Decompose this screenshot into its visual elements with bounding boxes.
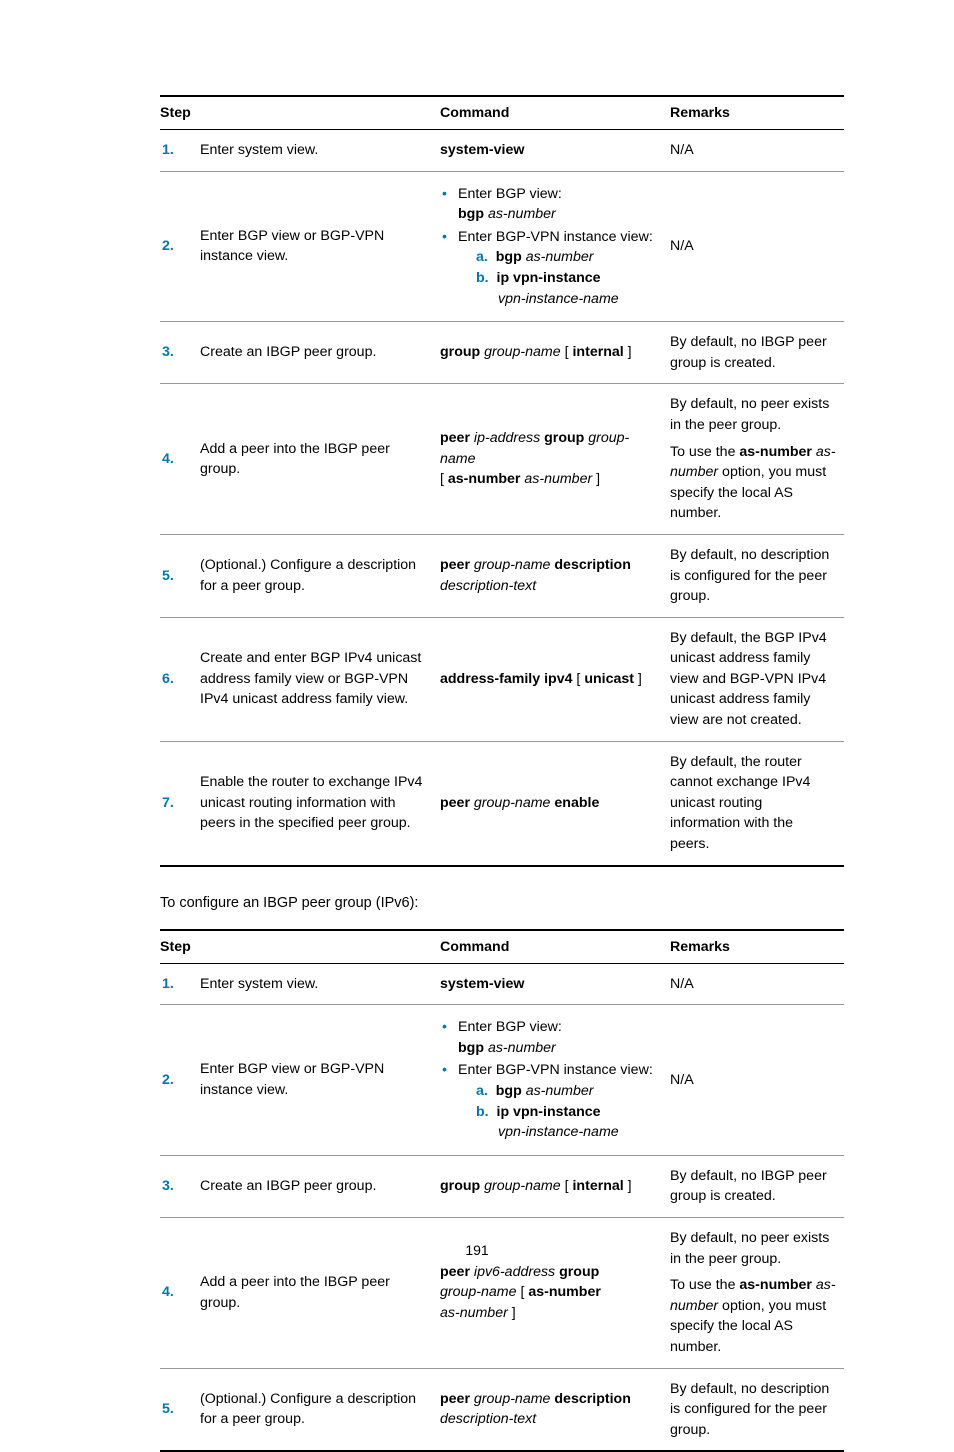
command-text: group group-name [ internal ] [440, 1155, 670, 1217]
command-text: Enter BGP view: bgp as-number Enter BGP-… [440, 171, 670, 322]
remarks-text: N/A [670, 963, 844, 1005]
step-text: Enter system view. [200, 130, 440, 172]
step-text: Enter BGP view or BGP-VPN instance view. [200, 171, 440, 322]
remarks-text: N/A [670, 1005, 844, 1156]
header-step: Step [160, 930, 440, 964]
step-number: 3. [160, 322, 200, 384]
table-row: 4. Add a peer into the IBGP peer group. … [160, 384, 844, 535]
step-text: Enter system view. [200, 963, 440, 1005]
command-text: address-family ipv4 [ unicast ] [440, 617, 670, 741]
step-text: Create and enter BGP IPv4 unicast addres… [200, 617, 440, 741]
remarks-text: By default, no description is configured… [670, 1368, 844, 1451]
header-command: Command [440, 930, 670, 964]
remarks-text: By default, no peer exists in the peer g… [670, 384, 844, 535]
command-text: peer ipv6-address group group-name [ as-… [440, 1217, 670, 1368]
step-text: Create an IBGP peer group. [200, 1155, 440, 1217]
table-row: 7. Enable the router to exchange IPv4 un… [160, 741, 844, 865]
step-number: 5. [160, 1368, 200, 1451]
table-row: 4. Add a peer into the IBGP peer group. … [160, 1217, 844, 1368]
table-row: 3. Create an IBGP peer group. group grou… [160, 1155, 844, 1217]
step-number: 4. [160, 384, 200, 535]
header-remarks: Remarks [670, 930, 844, 964]
header-command: Command [440, 96, 670, 130]
remarks-text: By default, no peer exists in the peer g… [670, 1217, 844, 1368]
table-row: 5. (Optional.) Configure a description f… [160, 1368, 844, 1451]
step-number: 2. [160, 1005, 200, 1156]
remarks-text: By default, no IBGP peer group is create… [670, 1155, 844, 1217]
step-text: Enable the router to exchange IPv4 unica… [200, 741, 440, 865]
command-text: system-view [440, 142, 524, 158]
remarks-text: By default, no IBGP peer group is create… [670, 322, 844, 384]
step-number: 2. [160, 171, 200, 322]
step-text: Enter BGP view or BGP-VPN instance view. [200, 1005, 440, 1156]
table-row: 3. Create an IBGP peer group. group grou… [160, 322, 844, 384]
command-text: peer group-name descriptiondescription-t… [440, 534, 670, 617]
remarks-text: By default, no description is configured… [670, 534, 844, 617]
command-text: Enter BGP view: bgp as-number Enter BGP-… [440, 1005, 670, 1156]
command-text: peer group-name enable [440, 741, 670, 865]
table-row: 6. Create and enter BGP IPv4 unicast add… [160, 617, 844, 741]
step-text: Add a peer into the IBGP peer group. [200, 384, 440, 535]
header-step: Step [160, 96, 440, 130]
page-number: 191 [0, 1242, 954, 1258]
ibgp-ipv4-table: Step Command Remarks 1. Enter system vie… [160, 95, 844, 867]
step-text: (Optional.) Configure a description for … [200, 534, 440, 617]
header-remarks: Remarks [670, 96, 844, 130]
intro-text: To configure an IBGP peer group (IPv6): [160, 895, 844, 911]
step-number: 5. [160, 534, 200, 617]
step-number: 1. [160, 130, 200, 172]
ibgp-ipv6-table: Step Command Remarks 1. Enter system vie… [160, 929, 844, 1452]
step-number: 1. [160, 963, 200, 1005]
table-row: 5. (Optional.) Configure a description f… [160, 534, 844, 617]
step-text: Add a peer into the IBGP peer group. [200, 1217, 440, 1368]
step-number: 4. [160, 1217, 200, 1368]
command-text: peer group-name descriptiondescription-t… [440, 1368, 670, 1451]
remarks-text: N/A [670, 171, 844, 322]
table-row: 2. Enter BGP view or BGP-VPN instance vi… [160, 1005, 844, 1156]
step-number: 6. [160, 617, 200, 741]
remarks-text: By default, the BGP IPv4 unicast address… [670, 617, 844, 741]
command-text: system-view [440, 976, 524, 992]
step-text: Create an IBGP peer group. [200, 322, 440, 384]
table-row: 1. Enter system view. system-view N/A [160, 130, 844, 172]
remarks-text: By default, the router cannot exchange I… [670, 741, 844, 865]
step-number: 7. [160, 741, 200, 865]
table-row: 2. Enter BGP view or BGP-VPN instance vi… [160, 171, 844, 322]
step-text: (Optional.) Configure a description for … [200, 1368, 440, 1451]
command-text: group group-name [ internal ] [440, 322, 670, 384]
step-number: 3. [160, 1155, 200, 1217]
command-text: peer ip-address group group-name [ as-nu… [440, 384, 670, 535]
table-row: 1. Enter system view. system-view N/A [160, 963, 844, 1005]
remarks-text: N/A [670, 130, 844, 172]
